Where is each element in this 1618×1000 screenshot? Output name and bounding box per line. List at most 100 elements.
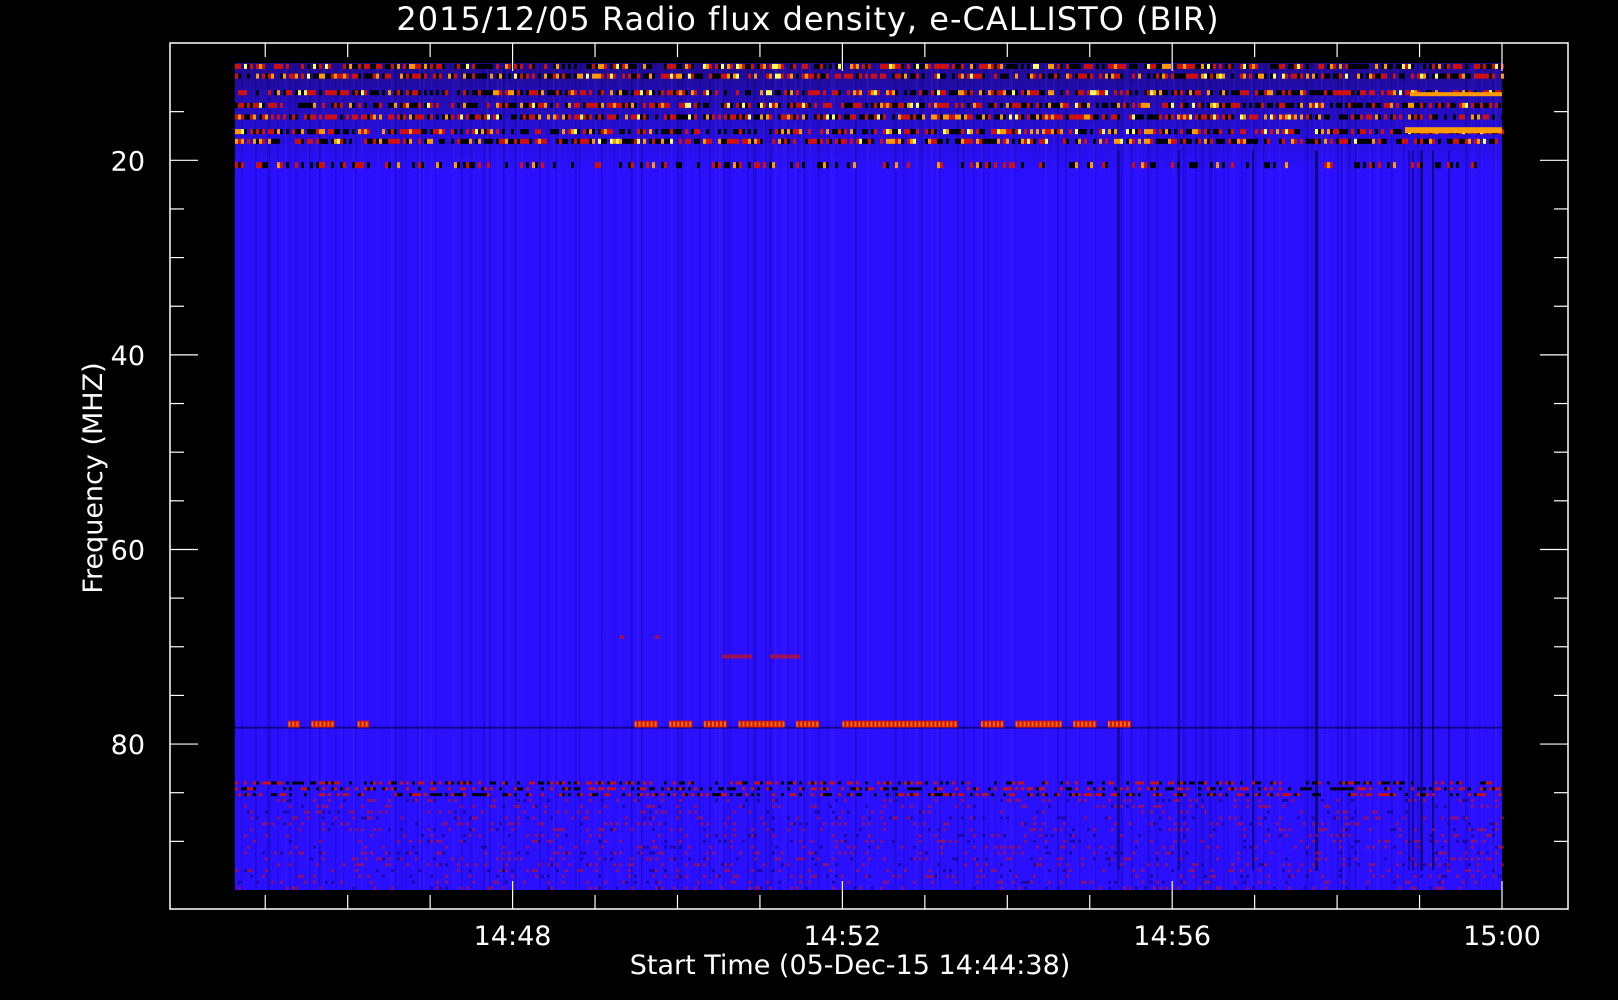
band-cell	[1462, 839, 1465, 843]
band-cell	[1039, 90, 1042, 96]
band-cell	[1156, 787, 1159, 791]
band-cell	[1153, 90, 1156, 96]
band-cell	[379, 810, 382, 814]
band-cell	[1393, 793, 1396, 797]
band-cell	[556, 73, 559, 79]
band-cell	[1057, 863, 1060, 867]
band-cell	[685, 834, 688, 838]
band-cell	[664, 781, 667, 785]
y-tick-label: 80	[111, 730, 145, 761]
band-cell	[316, 863, 319, 867]
band-cell	[1108, 798, 1111, 802]
band-cell	[1141, 804, 1144, 808]
band-cell	[571, 90, 574, 96]
band-cell	[1351, 793, 1354, 797]
band-cell	[688, 63, 691, 69]
band-cell	[625, 816, 628, 820]
band-cell	[994, 869, 997, 873]
band-cell	[769, 162, 772, 169]
band-cell	[1318, 781, 1321, 785]
band-cell	[1198, 63, 1201, 69]
band-cell	[1360, 114, 1363, 120]
texture-streak	[613, 63, 615, 890]
band-cell	[610, 787, 613, 791]
band-cell	[1336, 90, 1339, 96]
band-cell	[418, 162, 421, 169]
band-cell	[1429, 114, 1432, 120]
band-cell	[619, 781, 622, 785]
band-cell	[1023, 721, 1026, 727]
band-cell	[592, 129, 595, 135]
band-cell	[631, 102, 634, 108]
band-cell	[289, 798, 292, 802]
band-cell	[1192, 874, 1195, 878]
band-cell	[394, 781, 397, 785]
band-cell	[1006, 816, 1009, 820]
band-cell	[1108, 816, 1111, 820]
band-cell	[1291, 129, 1294, 135]
band-cell	[781, 851, 784, 855]
band-cell	[1153, 787, 1156, 791]
band-cell	[1252, 114, 1255, 120]
band-cell	[1432, 828, 1435, 832]
band-cell	[391, 787, 394, 791]
band-cell	[778, 869, 781, 873]
band-cell	[946, 874, 949, 878]
texture-streak	[917, 63, 919, 890]
band-cell	[631, 73, 634, 79]
band-cell	[1450, 793, 1453, 797]
band-cell	[427, 798, 430, 802]
band-cell	[859, 114, 862, 120]
band-cell	[1102, 781, 1105, 785]
band-cell	[982, 63, 985, 69]
band-cell	[490, 787, 493, 791]
band-cell	[418, 102, 421, 108]
band-cell	[1171, 787, 1174, 791]
band-cell	[1225, 63, 1228, 69]
texture-streak	[497, 63, 499, 890]
band-cell	[643, 129, 646, 135]
band-cell	[253, 839, 256, 843]
band-cell	[580, 793, 583, 797]
band-cell	[1246, 162, 1249, 169]
band-cell	[870, 721, 873, 727]
band-cell	[400, 828, 403, 832]
band-cell	[649, 781, 652, 785]
band-cell	[1081, 114, 1084, 120]
band-cell	[307, 816, 310, 820]
band-cell	[850, 129, 853, 135]
band-cell	[1225, 793, 1228, 797]
band-cell	[1156, 793, 1159, 797]
band-cell	[448, 781, 451, 785]
band-cell	[1243, 63, 1246, 69]
band-cell	[835, 816, 838, 820]
band-cell	[697, 162, 700, 169]
band-cell	[1366, 138, 1369, 144]
band-cell	[1156, 857, 1159, 861]
band-cell	[1375, 129, 1378, 135]
band-cell	[1435, 781, 1438, 785]
band-cell	[802, 828, 805, 832]
band-cell	[1045, 781, 1048, 785]
band-cell	[811, 793, 814, 797]
band-cell	[1234, 886, 1237, 890]
band-cell	[814, 114, 817, 120]
signal-segment	[738, 720, 785, 728]
band-cell	[1312, 816, 1315, 820]
band-cell	[250, 129, 253, 135]
band-cell	[415, 63, 418, 69]
band-cell	[1027, 102, 1030, 108]
band-cell	[268, 102, 271, 108]
band-cell	[715, 874, 718, 878]
band-cell	[631, 63, 634, 69]
band-cell	[823, 114, 826, 120]
band-cell	[1327, 129, 1330, 135]
band-cell	[493, 90, 496, 96]
band-cell	[1273, 63, 1276, 69]
band-cell	[265, 114, 268, 120]
band-cell	[454, 63, 457, 69]
band-cell	[265, 822, 268, 826]
band-cell	[1324, 73, 1327, 79]
band-cell	[1009, 102, 1012, 108]
band-cell	[1144, 886, 1147, 890]
